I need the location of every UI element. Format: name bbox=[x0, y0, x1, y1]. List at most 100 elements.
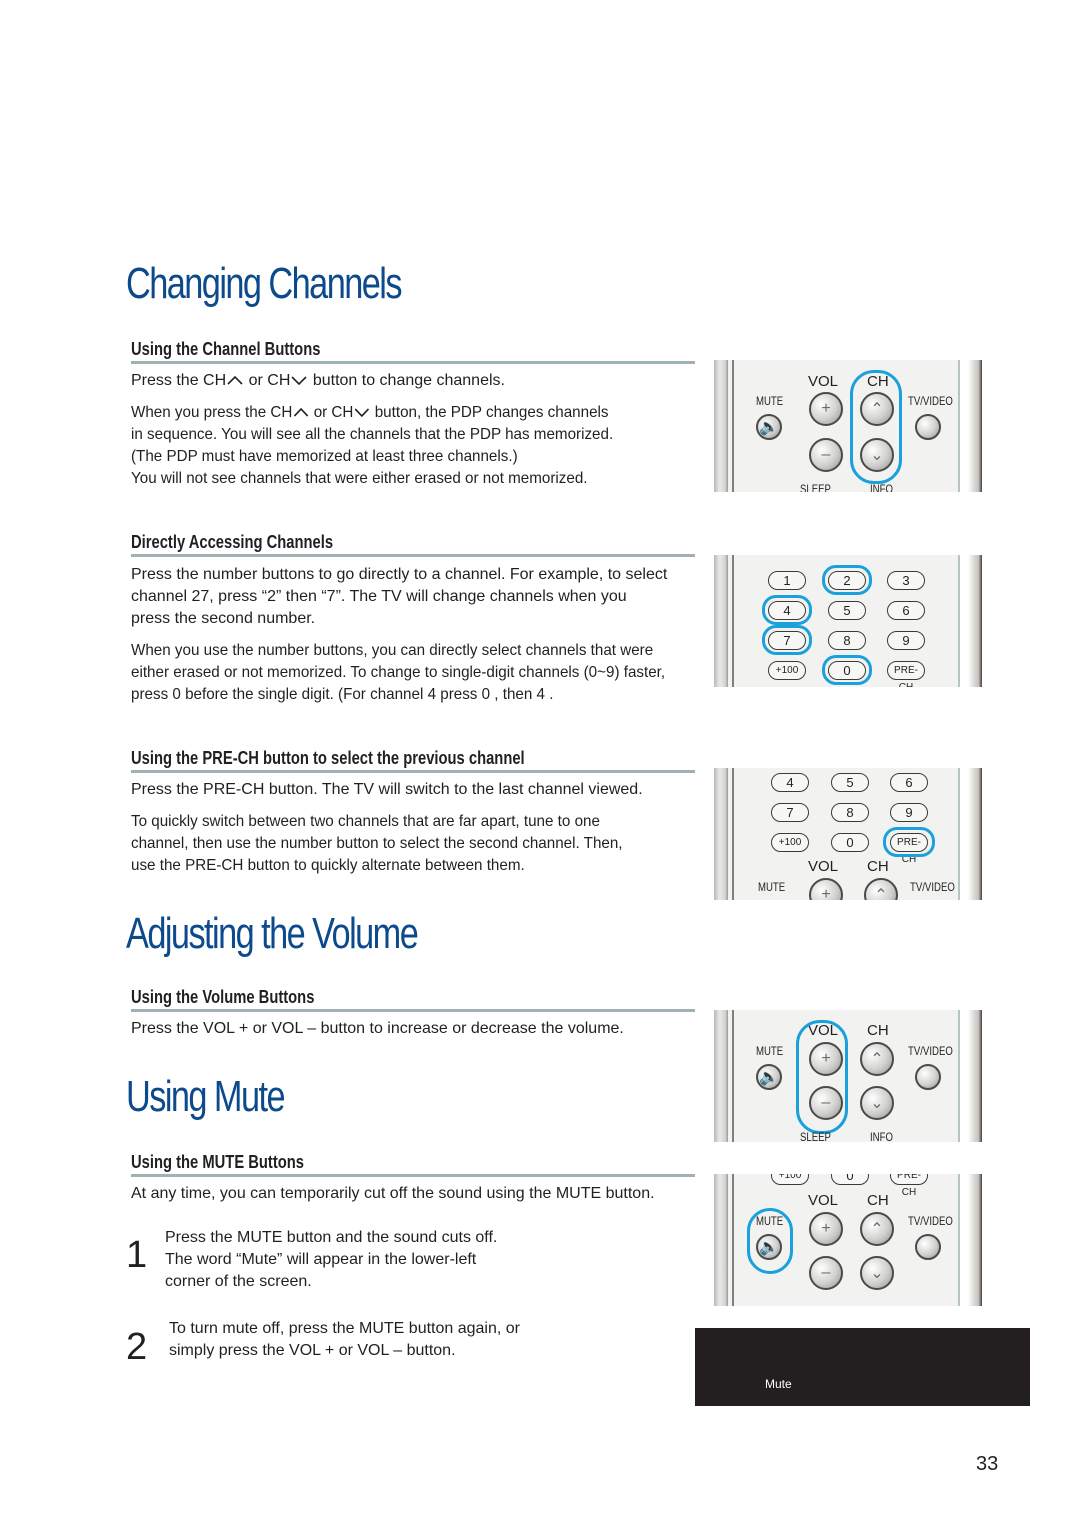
chevron-down-icon: ⌄ bbox=[870, 1095, 884, 1112]
text: To turn mute off, press the MUTE button … bbox=[169, 1320, 520, 1337]
text: Press the MUTE button and the sound cuts… bbox=[165, 1229, 498, 1246]
remote-gap bbox=[960, 360, 968, 492]
tvvideo-label: TV/VIDEO bbox=[908, 1044, 953, 1058]
heading-mute-buttons: Using the MUTE Buttons bbox=[131, 1152, 305, 1172]
text: When you press the CH bbox=[131, 404, 293, 421]
key-3: 3 bbox=[887, 571, 925, 590]
remote-edge bbox=[958, 555, 960, 687]
vol-up-button: + bbox=[809, 1212, 843, 1246]
text: Press the CH bbox=[131, 372, 227, 389]
tvvideo-label: TV/VIDEO bbox=[908, 1214, 953, 1228]
heading-rule bbox=[131, 361, 695, 364]
remote-edge bbox=[968, 360, 982, 492]
paragraph-prech-2: To quickly switch between two channels t… bbox=[131, 811, 623, 877]
remote-edge bbox=[958, 768, 960, 900]
paragraph-channel-buttons-1: Press the CH or CH button to change chan… bbox=[131, 370, 505, 392]
text: press the second number. bbox=[131, 610, 316, 627]
text: either erased or not memorized. To chang… bbox=[131, 664, 666, 681]
key-8: 8 bbox=[828, 631, 866, 650]
remote-edge bbox=[714, 360, 728, 492]
remote-image-prech-button: 4 5 6 7 8 9 +100 0 PRE-CH VOL CH MUTE TV… bbox=[714, 768, 982, 900]
key-8: 8 bbox=[831, 803, 869, 822]
remote-edge bbox=[968, 555, 982, 687]
text: channel 27, press “2” then “7”. The TV w… bbox=[131, 588, 627, 605]
highlight-vol-buttons bbox=[796, 1020, 848, 1134]
minus-icon: – bbox=[821, 1264, 831, 1281]
section-title-changing-channels: Changing Channels bbox=[126, 259, 403, 308]
vol-label: VOL bbox=[808, 1192, 839, 1209]
text: use the PRE-CH button to quickly alterna… bbox=[131, 857, 525, 874]
highlight-key-0 bbox=[822, 655, 872, 685]
remote-edge bbox=[714, 768, 728, 900]
step-text-1: Press the MUTE button and the sound cuts… bbox=[165, 1227, 497, 1293]
paragraph-channel-buttons-2: When you press the CH or CH button, the … bbox=[131, 402, 613, 468]
remote-edge bbox=[732, 1010, 734, 1142]
osd-mute-text: Mute bbox=[765, 1377, 792, 1391]
tvvideo-button bbox=[915, 414, 941, 440]
key-plus100: +100 bbox=[768, 661, 806, 680]
chevron-down-icon bbox=[354, 408, 370, 418]
speaker-mute-icon: 🔈 bbox=[759, 1069, 779, 1086]
ch-label: CH bbox=[867, 1022, 889, 1039]
sleep-label: SLEEP bbox=[800, 1130, 831, 1142]
paragraph-channel-buttons-3: You will not see channels that were eith… bbox=[131, 470, 588, 487]
remote-edge bbox=[968, 768, 982, 900]
step-number-1: 1 bbox=[126, 1234, 148, 1276]
chevron-up-icon: ⌃ bbox=[874, 887, 888, 900]
chevron-up-icon bbox=[293, 407, 309, 417]
mute-button: 🔈 bbox=[756, 1064, 782, 1090]
vol-up-button: + bbox=[809, 392, 843, 426]
paragraph-direct-access-1: Press the number buttons to go directly … bbox=[131, 564, 667, 630]
key-5: 5 bbox=[828, 601, 866, 620]
text: The word “Mute” will appear in the lower… bbox=[165, 1251, 477, 1268]
section-title-adjusting-volume: Adjusting the Volume bbox=[126, 909, 419, 958]
sleep-label: SLEEP bbox=[800, 482, 831, 492]
remote-edge bbox=[968, 1174, 982, 1306]
text: Press the number buttons to go directly … bbox=[131, 566, 668, 583]
remote-edge bbox=[732, 555, 734, 687]
key-prech: PRE-CH bbox=[890, 1174, 928, 1198]
mute-button: 🔈 bbox=[756, 414, 782, 440]
mute-label: MUTE bbox=[758, 880, 786, 894]
chevron-up-icon: ⌃ bbox=[870, 1051, 884, 1068]
key-prech: PRE-CH bbox=[887, 661, 925, 687]
remote-edge bbox=[714, 555, 728, 687]
key-4: 4 bbox=[771, 773, 809, 792]
text: To quickly switch between two channels t… bbox=[131, 813, 600, 830]
remote-edge bbox=[732, 360, 734, 492]
text: press 0 before the single digit. (For ch… bbox=[131, 686, 554, 703]
remote-image-volume-buttons: VOL CH MUTE TV/VIDEO 🔈 + – ⌃ ⌄ SLEEP INF… bbox=[714, 1010, 982, 1142]
page-number: 33 bbox=[976, 1453, 999, 1475]
key-5: 5 bbox=[831, 773, 869, 792]
paragraph-direct-access-2: When you use the number buttons, you can… bbox=[131, 640, 665, 706]
key-7: 7 bbox=[771, 803, 809, 822]
remote-gap bbox=[960, 555, 968, 687]
vol-down-button: – bbox=[809, 438, 843, 472]
chevron-down-icon bbox=[291, 376, 307, 386]
remote-image-number-buttons: 1 2 3 4 5 6 7 8 9 +100 0 PRE-CH bbox=[714, 555, 982, 687]
key-0: 0 bbox=[831, 833, 869, 852]
tv-screen-osd: Mute bbox=[695, 1328, 1030, 1406]
vol-label: VOL bbox=[808, 858, 839, 875]
key-0: 0 bbox=[831, 1174, 869, 1185]
highlight-ch-buttons bbox=[850, 370, 902, 484]
highlight-key-4 bbox=[762, 595, 812, 625]
mute-label: MUTE bbox=[756, 394, 784, 408]
remote-edge bbox=[968, 1010, 982, 1142]
heading-channel-buttons: Using the Channel Buttons bbox=[131, 339, 321, 359]
plus-icon: + bbox=[821, 886, 831, 900]
chevron-up-icon bbox=[227, 375, 243, 385]
heading-direct-access: Directly Accessing Channels bbox=[131, 532, 334, 552]
key-plus100: +100 bbox=[771, 1174, 809, 1185]
section-title-using-mute: Using Mute bbox=[126, 1072, 286, 1121]
heading-rule bbox=[131, 554, 695, 557]
tvvideo-label: TV/VIDEO bbox=[910, 880, 955, 894]
remote-gap bbox=[960, 768, 968, 900]
heading-rule bbox=[131, 770, 695, 773]
paragraph-prech-1: Press the PRE-CH button. The TV will swi… bbox=[131, 781, 643, 798]
remote-edge bbox=[958, 1174, 960, 1306]
vol-down-button: – bbox=[809, 1256, 843, 1290]
step-text-2: To turn mute off, press the MUTE button … bbox=[169, 1318, 520, 1362]
heading-prech: Using the PRE-CH button to select the pr… bbox=[131, 748, 525, 768]
mute-label: MUTE bbox=[756, 1044, 784, 1058]
